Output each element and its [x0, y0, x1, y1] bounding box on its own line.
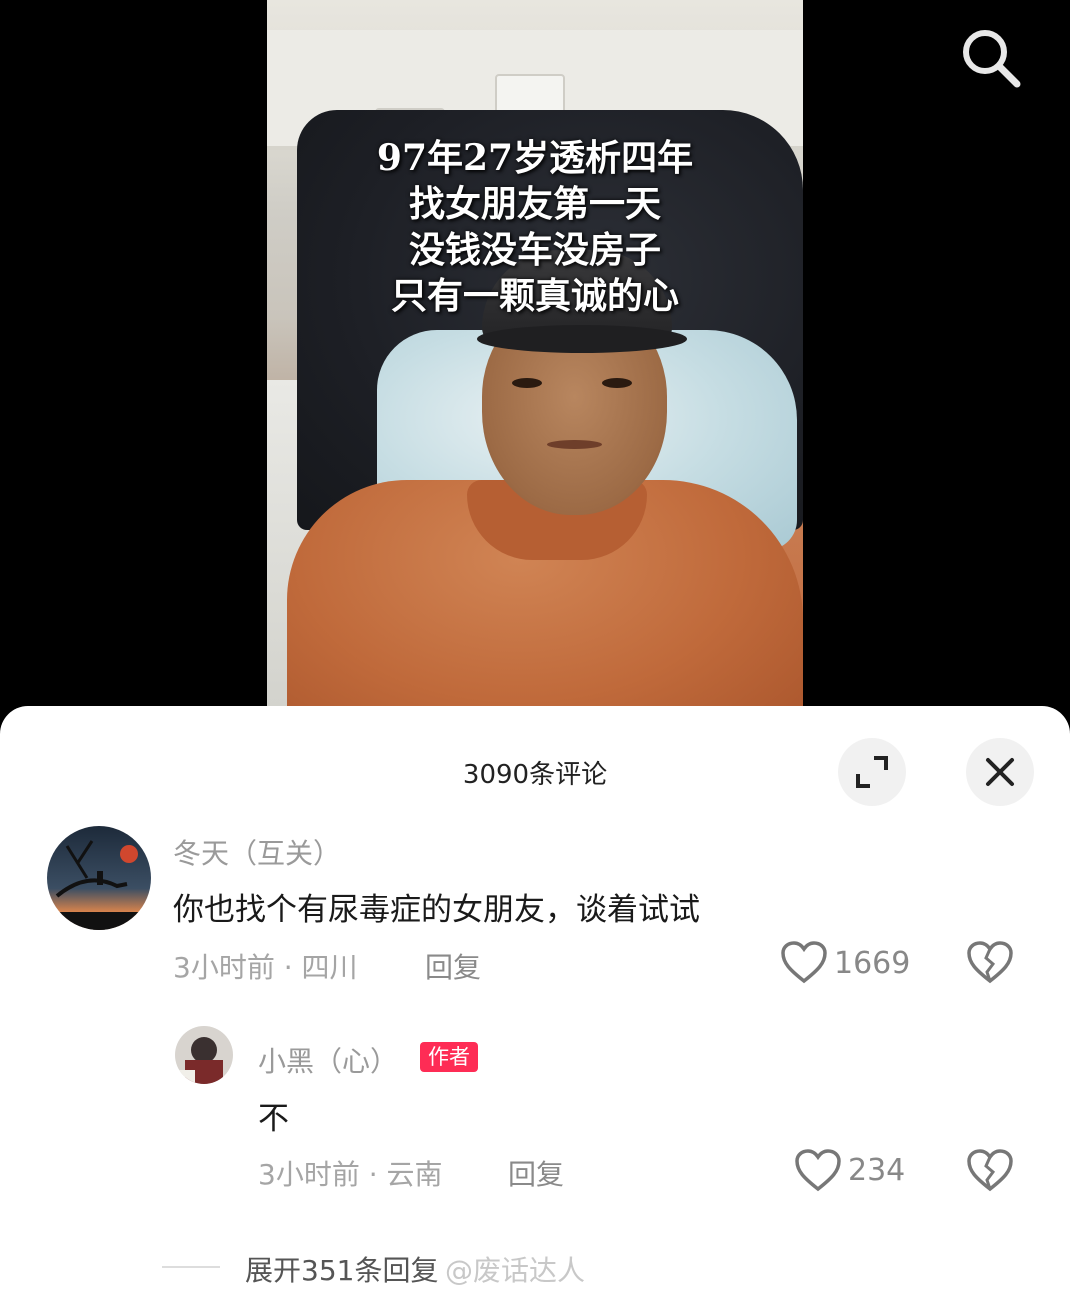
- comments-count-title: 3090条评论: [462, 760, 608, 790]
- meta-separator: ·: [368, 1158, 387, 1191]
- comments-panel: 3090条评论 冬天（互关） 你也找个有尿毒症的女朋友，谈着试试 3小时前 · …: [0, 706, 1070, 1293]
- search-icon: [963, 30, 1021, 88]
- expand-replies-button[interactable]: 展开351条回复: [245, 1249, 438, 1289]
- avatar-image: [175, 1026, 233, 1084]
- reply-button[interactable]: 回复: [508, 1153, 564, 1193]
- like-button[interactable]: [794, 1148, 842, 1196]
- video-mouth: [547, 440, 602, 449]
- dislike-button[interactable]: [966, 1148, 1014, 1196]
- comment-username[interactable]: 小黑（心）: [258, 1040, 398, 1080]
- fullscreen-button[interactable]: [838, 738, 906, 806]
- search-button[interactable]: [955, 22, 1025, 92]
- video-caption-line: 97年27岁透析四年: [376, 137, 694, 179]
- heart-icon: [781, 941, 827, 984]
- comment-text: 你也找个有尿毒症的女朋友，谈着试试: [173, 892, 700, 928]
- reply-button[interactable]: 回复: [425, 946, 481, 986]
- author-badge: 作者: [420, 1042, 478, 1072]
- comment-text: 不: [258, 1101, 289, 1137]
- avatar[interactable]: [47, 826, 151, 930]
- like-button[interactable]: [780, 940, 828, 988]
- comment-time: 3小时前: [258, 1158, 360, 1191]
- dislike-button[interactable]: [966, 940, 1014, 988]
- like-count: 1669: [834, 946, 911, 981]
- meta-separator: ·: [283, 951, 302, 984]
- video-caption-line: 找女朋友第一天: [408, 183, 661, 225]
- comment-location: 四川: [301, 951, 358, 984]
- avatar[interactable]: [175, 1026, 233, 1084]
- watermark: @废话达人: [445, 1254, 586, 1287]
- like-count: 234: [848, 1153, 906, 1188]
- avatar-image: [47, 826, 151, 930]
- broken-heart-icon: [967, 1149, 1013, 1192]
- video-caption-line: 只有一颗真诚的心: [390, 275, 679, 317]
- video-eye: [512, 378, 542, 388]
- expand-icon: [856, 756, 888, 788]
- comment-username[interactable]: 冬天（互关）: [173, 832, 341, 872]
- comment-meta: 3小时前 · 四川: [173, 946, 358, 986]
- comment-location: 云南: [386, 1158, 443, 1191]
- video-eye: [602, 378, 632, 388]
- close-icon: [986, 758, 1014, 786]
- comment-time: 3小时前: [173, 951, 275, 984]
- video-frame[interactable]: 97年27岁透析四年 找女朋友第一天 没钱没车没房子 只有一颗真诚的心: [267, 0, 803, 706]
- video-player[interactable]: 97年27岁透析四年 找女朋友第一天 没钱没车没房子 只有一颗真诚的心: [0, 0, 1070, 720]
- heart-icon: [795, 1149, 841, 1192]
- close-button[interactable]: [966, 738, 1034, 806]
- expand-divider: [162, 1266, 220, 1268]
- broken-heart-icon: [967, 941, 1013, 984]
- comment-meta: 3小时前 · 云南: [258, 1153, 443, 1193]
- video-cap-brim: [477, 325, 687, 353]
- video-caption-line: 没钱没车没房子: [408, 229, 661, 271]
